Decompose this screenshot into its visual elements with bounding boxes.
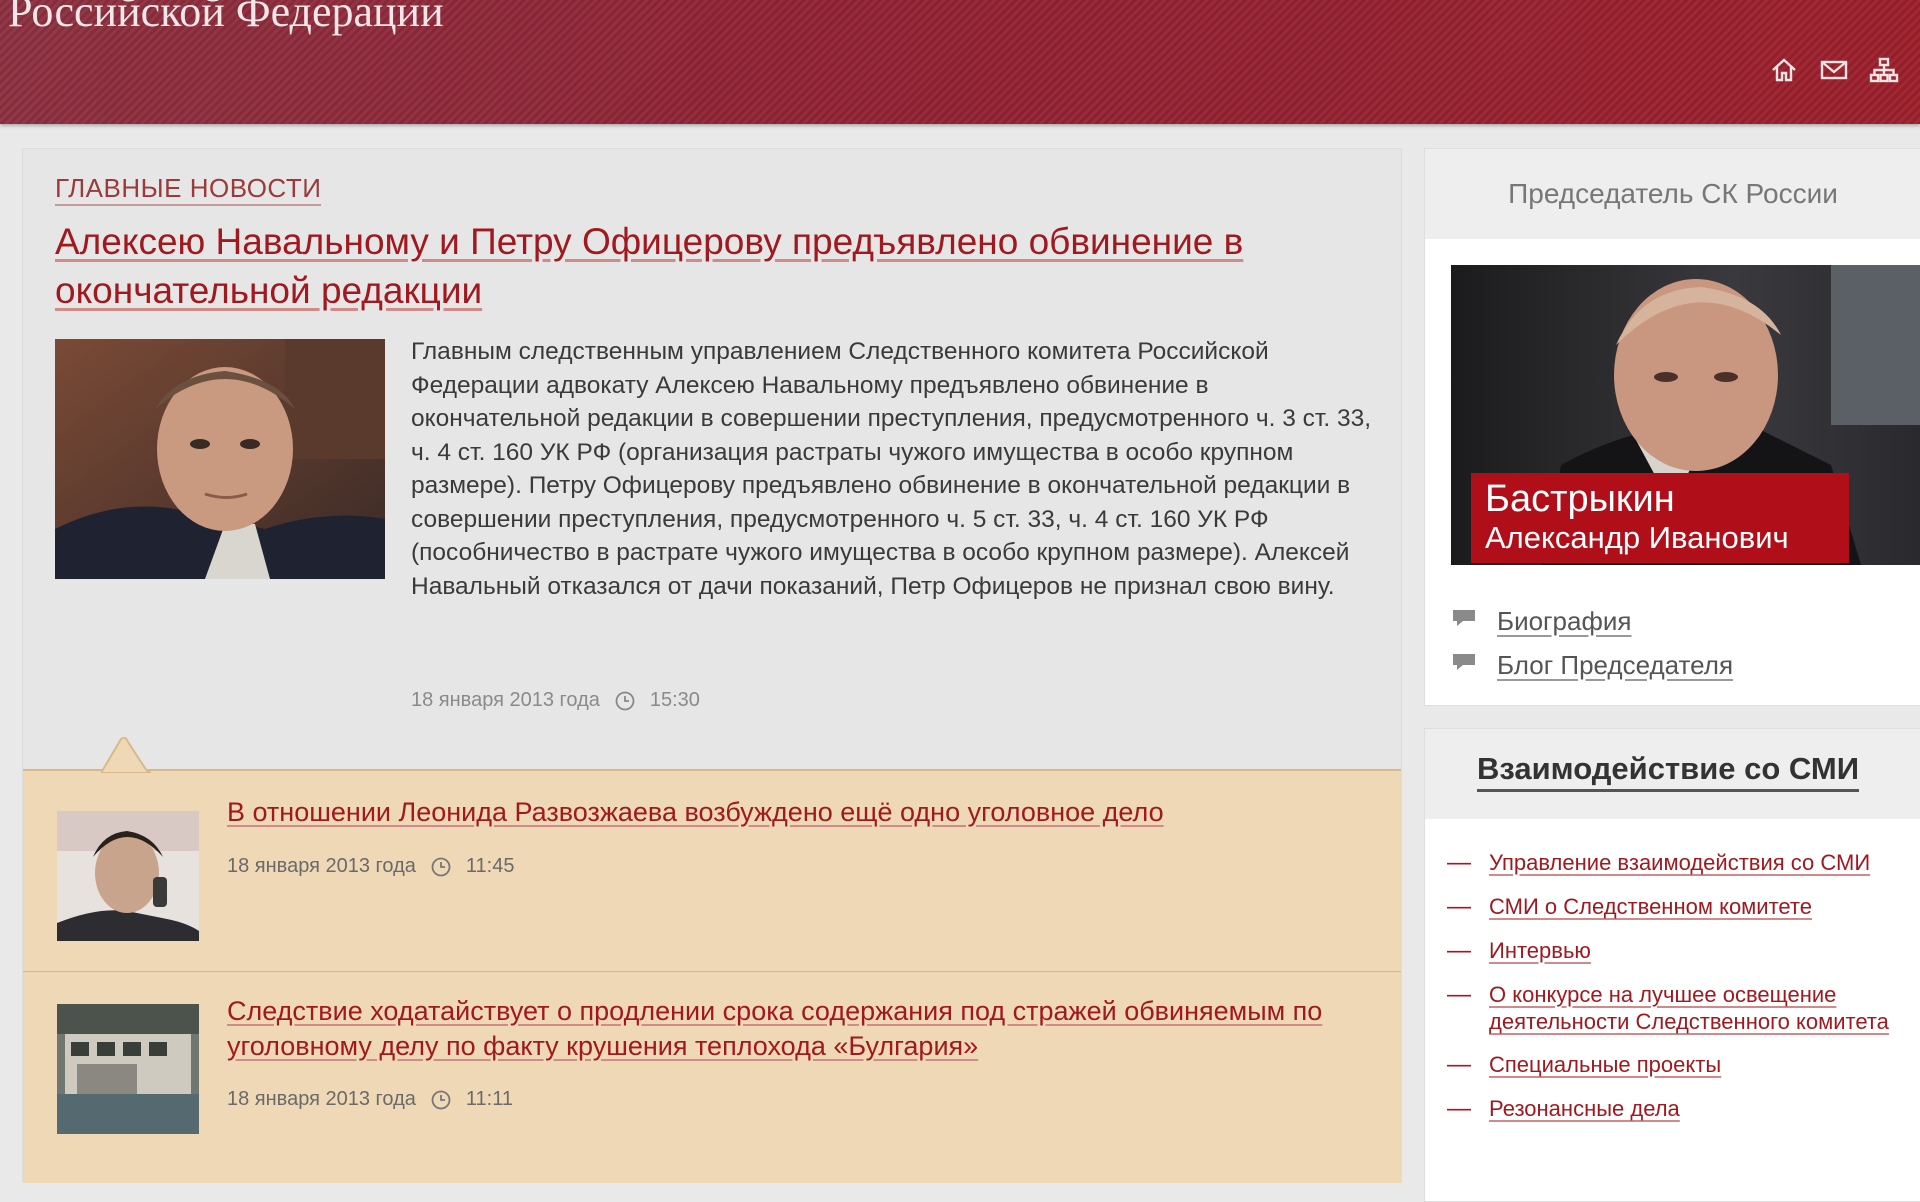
list-item: — Специальные проекты — [1447, 1051, 1913, 1079]
chairman-heading: Председатель СК России — [1425, 149, 1920, 239]
media-heading-bar: Взаимодействие со СМИ — [1425, 729, 1920, 819]
dash-bullet: — — [1447, 1095, 1471, 1122]
dash-bullet: — — [1447, 893, 1471, 920]
media-box: Взаимодействие со СМИ — Управление взаим… — [1424, 728, 1920, 1202]
news-thumbnail[interactable] — [57, 811, 199, 941]
chairman-link-biography[interactable]: Биография — [1451, 599, 1733, 643]
site-header: Российской Федерации — [0, 0, 1920, 124]
dash-bullet: — — [1447, 1051, 1471, 1078]
chairman-name: Александр Иванович — [1485, 520, 1789, 555]
chairman-links: Биография Блог Председателя — [1451, 599, 1733, 687]
news-list: В отношении Леонида Развозжаева возбужде… — [23, 737, 1401, 1184]
chairman-surname: Бастрыкин — [1485, 478, 1675, 520]
clock-icon — [430, 856, 452, 878]
news-meta: 18 января 2013 года 11:45 — [227, 855, 514, 878]
lead-news-meta: 18 января 2013 года 15:30 — [411, 689, 700, 712]
news-date: 18 января 2013 года — [411, 689, 600, 711]
site-title: Российской Федерации — [8, 0, 444, 36]
list-item: — СМИ о Следственном комитете — [1447, 893, 1913, 921]
chairman-link-blog[interactable]: Блог Председателя — [1451, 643, 1733, 687]
list-item: — Управление взаимодействия со СМИ — [1447, 849, 1913, 877]
media-link[interactable]: СМИ о Следственном комитете — [1489, 893, 1812, 920]
chairman-box: Председатель СК России Бастрыкин Алексан… — [1424, 148, 1920, 706]
news-time: 15:30 — [649, 689, 700, 711]
dash-bullet: — — [1447, 849, 1471, 876]
media-link[interactable]: Управление взаимодействия со СМИ — [1489, 849, 1870, 876]
list-item: — О конкурсе на лучшее освещение деятель… — [1447, 981, 1913, 1035]
sitemap-icon[interactable] — [1868, 54, 1900, 86]
header-icons — [1768, 54, 1900, 86]
lead-news-text: Главным следственным управлением Следств… — [411, 338, 1372, 600]
news-time: 11:45 — [465, 855, 515, 877]
main-news-panel: ГЛАВНЫЕ НОВОСТИ Алексею Навальному и Пет… — [22, 148, 1402, 1184]
list-item: В отношении Леонида Развозжаева возбужде… — [23, 771, 1401, 971]
dash-bullet: — — [1447, 937, 1471, 964]
list-item: Следствие ходатайствует о продлении срок… — [23, 971, 1401, 1184]
news-thumbnail[interactable] — [57, 1004, 199, 1134]
media-link[interactable]: Резонансные дела — [1489, 1095, 1680, 1122]
media-link[interactable]: О конкурсе на лучшее освещение деятельно… — [1489, 981, 1913, 1035]
speech-bubble-icon — [1451, 650, 1479, 681]
section-label[interactable]: ГЛАВНЫЕ НОВОСТИ — [55, 173, 322, 206]
news-title[interactable]: В отношении Леонида Развозжаева возбужде… — [227, 795, 1357, 830]
blog-link[interactable]: Блог Председателя — [1497, 650, 1733, 681]
chairman-name-plate: Бастрыкин Александр Иванович — [1471, 473, 1849, 563]
lead-news-title[interactable]: Алексею Навальному и Петру Офицерову пре… — [55, 217, 1335, 315]
media-links: — Управление взаимодействия со СМИ — СМИ… — [1447, 849, 1913, 1139]
clock-icon — [430, 1089, 452, 1111]
mail-icon[interactable] — [1818, 54, 1850, 86]
lead-news: ГЛАВНЫЕ НОВОСТИ Алексею Навальному и Пет… — [23, 149, 1401, 769]
news-title[interactable]: Следствие ходатайствует о продлении срок… — [227, 994, 1357, 1064]
speech-bubble-icon — [1451, 606, 1479, 637]
callout-pointer — [101, 737, 151, 773]
news-date: 18 января 2013 года — [227, 1088, 416, 1110]
media-link[interactable]: Интервью — [1489, 937, 1591, 964]
lead-news-photo[interactable] — [55, 339, 385, 579]
news-time: 11:11 — [465, 1088, 513, 1110]
list-item: — Интервью — [1447, 937, 1913, 965]
chairman-photo[interactable]: Бастрыкин Александр Иванович — [1451, 265, 1920, 565]
biography-link[interactable]: Биография — [1497, 606, 1631, 637]
media-link[interactable]: Специальные проекты — [1489, 1051, 1721, 1078]
home-icon[interactable] — [1768, 54, 1800, 86]
dash-bullet: — — [1447, 981, 1471, 1008]
media-heading[interactable]: Взаимодействие со СМИ — [1477, 751, 1859, 792]
news-date: 18 января 2013 года — [227, 855, 416, 877]
news-meta: 18 января 2013 года 11:11 — [227, 1088, 513, 1111]
list-item: — Резонансные дела — [1447, 1095, 1913, 1123]
clock-icon — [614, 690, 636, 712]
